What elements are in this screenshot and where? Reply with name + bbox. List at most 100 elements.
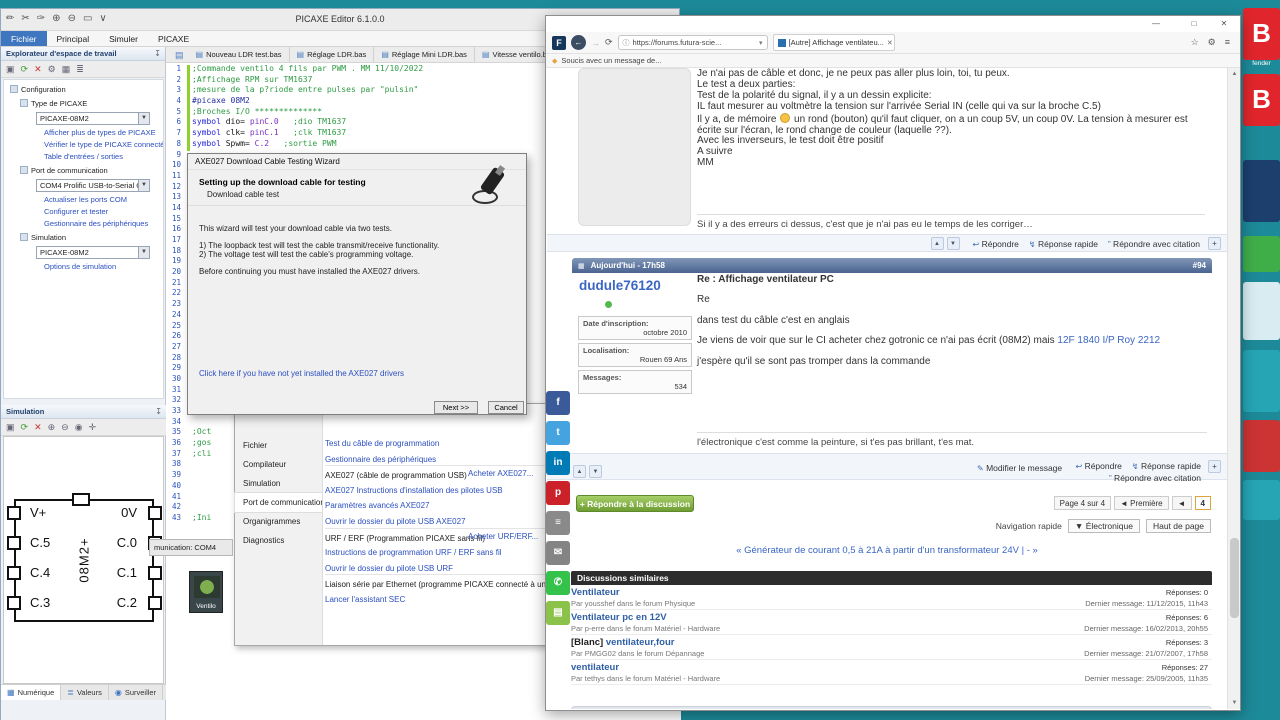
desktop-icon-app-green[interactable]	[1243, 236, 1280, 272]
action-reply-with-quote[interactable]: ” Répondre avec citation	[1108, 239, 1200, 249]
scrollbar[interactable]: ▲ ▼	[1227, 68, 1240, 709]
sim-view-tab-valeurs[interactable]: ≣ Valeurs	[61, 685, 109, 700]
scrollbar-thumb[interactable]	[1230, 538, 1239, 618]
back-button[interactable]: ←	[571, 35, 586, 50]
ribbon-nav-diagnostics[interactable]: Diagnostics	[235, 531, 322, 550]
page-button-[interactable]: ◄	[1171, 496, 1192, 510]
explorer-tool-icon[interactable]: ▦	[62, 64, 71, 75]
minimize-button[interactable]: —	[1142, 16, 1170, 32]
tree-link-options-de-simulation[interactable]: Options de simulation	[44, 262, 163, 271]
forward-button[interactable]: →	[591, 38, 600, 48]
share-linkedin-icon[interactable]: in	[546, 451, 570, 475]
editor-tab-nouveau-ldr-test-bas[interactable]: ▤ Nouveau LDR test.bas	[189, 47, 290, 62]
post-nav-down-icon[interactable]: ▼	[946, 237, 960, 250]
ribbon-buy-link[interactable]: Acheter URF/ERF...	[468, 529, 538, 544]
tree-link-actualiser-les-ports-com[interactable]: Actualiser les ports COM	[44, 195, 163, 204]
sim-view-tab-num-rique[interactable]: ▦ Numérique	[1, 685, 62, 700]
post94-username[interactable]: dudule76120	[579, 278, 661, 293]
more-options-button[interactable]: +	[1208, 460, 1221, 473]
share-email-icon[interactable]: ✉	[546, 541, 570, 565]
menu-tab-principal[interactable]: Principal	[47, 31, 100, 46]
bookmark-star-icon[interactable]: ☆	[1191, 37, 1199, 48]
post-nav-up-icon[interactable]: ▲	[573, 465, 586, 478]
more-options-button[interactable]: +	[1208, 237, 1221, 250]
desktop-icon-app-teal2[interactable]	[1243, 480, 1280, 520]
tree-node-picaxe-type[interactable]: Type de PICAXE	[20, 99, 163, 108]
editor-tab-r-glage-ldr-bas[interactable]: ▤ Réglage LDR.bas	[290, 47, 375, 62]
share-whatsapp-icon[interactable]: ✆	[546, 571, 570, 595]
menu-tab-fichier[interactable]: Fichier	[1, 31, 47, 46]
settings-gear-icon[interactable]: ⚙	[1208, 37, 1216, 48]
simulation-tool-icon[interactable]: ⟳	[21, 422, 29, 433]
bookmark-label[interactable]: Soucis avec un message de...	[561, 56, 661, 65]
tree-node-com-port[interactable]: Port de communication	[20, 166, 163, 175]
site-info-icon[interactable]: ⓘ	[623, 38, 630, 48]
explorer-tool-icon[interactable]: ⟳	[21, 64, 29, 75]
desktop-icon-bitdefender-2[interactable]: B	[1243, 74, 1280, 126]
action-reply[interactable]: ↩ Répondre	[973, 239, 1019, 249]
desktop-icon-doc-light[interactable]	[1243, 282, 1280, 340]
explorer-tool-icon[interactable]: ⚙	[48, 64, 56, 75]
desktop-icon-bitdefender-1[interactable]: Bfender	[1243, 8, 1280, 67]
tree-link-gestionnaire-des-p-riph-riques[interactable]: Gestionnaire des périphériques	[44, 219, 163, 228]
tree-link-table-d-entr-es-sorties[interactable]: Table d'entrées / sorties	[44, 152, 163, 161]
share-facebook-icon[interactable]: f	[546, 391, 570, 415]
menu-tab-simuler[interactable]: Simuler	[99, 31, 148, 46]
simulation-tool-icon[interactable]: ✕	[34, 422, 42, 433]
share-sms-icon[interactable]: ▤	[546, 601, 570, 625]
cancel-button[interactable]: Cancel	[488, 401, 524, 414]
ribbon-nav-fichier[interactable]: Fichier	[235, 436, 322, 455]
explorer-tool-icon[interactable]: ≣	[76, 64, 84, 75]
ribbon-nav-compilateur[interactable]: Compilateur	[235, 455, 322, 474]
simulation-tool-icon[interactable]: ✛	[89, 422, 97, 433]
ribbon-nav-organigrammes[interactable]: Organigrammes	[235, 512, 322, 531]
tree-node-configuration[interactable]: Configuration	[10, 85, 163, 94]
simulation-tool-icon[interactable]: ⊕	[48, 422, 56, 433]
simulation-tool-icon[interactable]: ⊖	[61, 422, 69, 433]
share-print-icon[interactable]: ≡	[546, 511, 570, 535]
share-pinterest-icon[interactable]: p	[546, 481, 570, 505]
share-twitter-icon[interactable]: t	[546, 421, 570, 445]
desktop-icon-app-teal[interactable]	[1243, 350, 1280, 412]
picaxe-type-select[interactable]: PICAXE-08M2 ▼	[36, 112, 150, 125]
explorer-tool-icon[interactable]: ▣	[6, 64, 15, 75]
explorer-tool-icon[interactable]: ✕	[34, 64, 42, 75]
menu-tab-picaxe[interactable]: PICAXE	[148, 31, 199, 46]
menu-icon[interactable]: ≡	[1225, 37, 1230, 48]
ribbon-nav-port-de-communication[interactable]: Port de communication	[234, 492, 323, 513]
thread-link[interactable]: ventilateur,four	[606, 637, 675, 648]
scroll-down-arrow[interactable]: ▼	[1228, 697, 1241, 709]
tree-link-afficher-plus-de-types-de-picaxe[interactable]: Afficher plus de types de PICAXE	[44, 128, 163, 137]
reply-to-thread-button[interactable]: + Répondre à la discussion	[576, 495, 694, 512]
address-bar[interactable]: ⓘ https://forums.futura-scie... ▾	[617, 35, 768, 50]
pin-icon[interactable]: ↧	[155, 405, 162, 419]
tree-link-v-rifier-le-type-de-picaxe-connect[interactable]: Vérifier le type de PICAXE connecté	[44, 140, 163, 149]
desktop-icon-app-red[interactable]	[1243, 420, 1280, 472]
thread-link[interactable]: ventilateur	[571, 662, 619, 673]
top-of-page-button[interactable]: Haut de page	[1145, 519, 1211, 533]
thread-link[interactable]: Ventilateur	[571, 587, 620, 598]
post-nav-up-icon[interactable]: ▲	[930, 237, 944, 250]
simulation-canvas[interactable]: 08M2+ V+ C.5 C.4 C.3 0V C.0 C.1 C.2	[3, 436, 164, 684]
simulation-type-select[interactable]: PICAXE-08M2 ▼	[36, 246, 150, 259]
forum-select[interactable]: ▼ Électronique	[1067, 519, 1140, 533]
chevron-down-icon[interactable]: ▾	[759, 39, 763, 47]
tree-link-configurer-et-tester[interactable]: Configurer et tester	[44, 207, 163, 216]
refresh-button[interactable]: ⟳	[605, 37, 613, 48]
browser-tab[interactable]: [Autre] Affichage ventilateu... ✕	[772, 34, 895, 51]
browser-title-bar[interactable]: — □ ✕	[546, 16, 1240, 32]
page-button-4[interactable]: 4	[1194, 496, 1211, 510]
bookmarks-bar[interactable]: ◆ Soucis avec un message de...	[546, 54, 1240, 68]
futura-logo[interactable]: F	[552, 35, 566, 50]
scroll-up-arrow[interactable]: ▲	[1228, 68, 1241, 80]
simulation-tool-icon[interactable]: ▣	[6, 422, 15, 433]
com-port-select[interactable]: COM4 Prolific USB-to-Serial C ▼	[36, 179, 150, 192]
ribbon-nav-simulation[interactable]: Simulation	[235, 474, 322, 493]
tree-node-simulation[interactable]: Simulation	[20, 233, 163, 242]
driver-install-link[interactable]: Click here if you have not yet installed…	[199, 369, 404, 378]
page-button-page-4-sur-4[interactable]: Page 4 sur 4	[1053, 496, 1112, 510]
ribbon-buy-link[interactable]: Acheter AXE027...	[468, 466, 533, 481]
simulation-tool-icon[interactable]: ◉	[75, 422, 83, 433]
sim-view-tab-surveiller[interactable]: ◉ Surveiller	[109, 685, 164, 700]
next-button[interactable]: Next >>	[434, 401, 478, 414]
